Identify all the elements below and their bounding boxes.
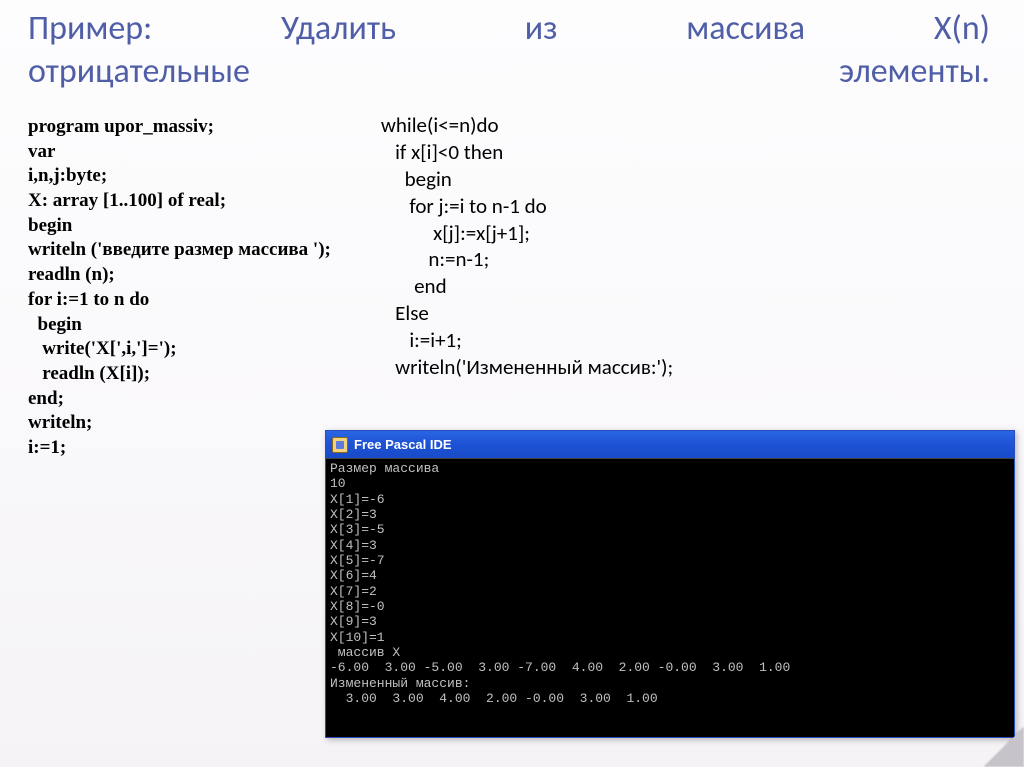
code-block-left: program upor_massiv; var i,n,j:byte; X: … <box>28 115 331 461</box>
ide-titlebar: Free Pascal IDE <box>326 431 1014 458</box>
ide-console: Размер массива 10 X[1]=-6 X[2]=3 X[3]=-5… <box>326 458 1014 737</box>
slide-title: Пример: Удалить из массива X(n) отрицате… <box>28 8 996 93</box>
ide-window: Free Pascal IDE Размер массива 10 X[1]=-… <box>325 430 1015 738</box>
console-output: Размер массива 10 X[1]=-6 X[2]=3 X[3]=-5… <box>330 461 1010 706</box>
content-area: program upor_massiv; var i,n,j:byte; X: … <box>28 115 996 461</box>
ide-window-title: Free Pascal IDE <box>354 437 452 452</box>
pascal-icon <box>332 437 348 453</box>
page-corner-fold <box>984 727 1024 767</box>
code-block-right: while(i<=n)do if x[i]<0 then begin for j… <box>381 112 673 461</box>
slide: Пример: Удалить из массива X(n) отрицате… <box>0 0 1024 767</box>
